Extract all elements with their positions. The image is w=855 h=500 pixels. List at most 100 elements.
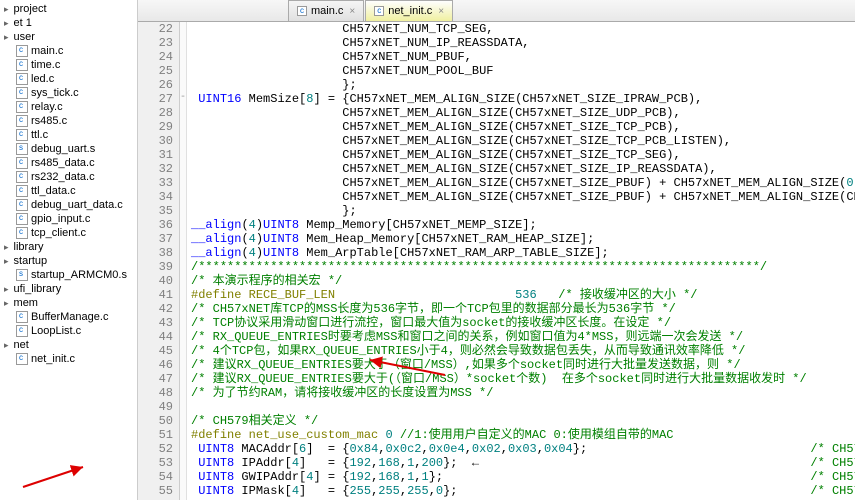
fold-marker[interactable]	[180, 442, 186, 456]
code-line[interactable]: };	[191, 204, 855, 218]
tree-folder[interactable]: mem	[0, 296, 137, 310]
code-line[interactable]: CH57xNET_MEM_ALIGN_SIZE(CH57xNET_SIZE_UD…	[191, 106, 855, 120]
tree-file[interactable]: relay.c	[0, 100, 137, 114]
code-editor[interactable]: 2223242526272829303132333435363738394041…	[138, 22, 855, 500]
fold-marker[interactable]	[180, 22, 186, 36]
code-line[interactable]: UINT8 IPMask[4] = {255,255,255,0}; /* CH…	[191, 484, 855, 498]
tree-folder[interactable]: startup	[0, 254, 137, 268]
code-line[interactable]: CH57xNET_NUM_PBUF,	[191, 50, 855, 64]
fold-marker[interactable]	[180, 120, 186, 134]
fold-marker[interactable]	[180, 414, 186, 428]
code-line[interactable]: UINT8 IPAddr[4] = {192,168,1,200}; ← /* …	[191, 456, 855, 470]
code-line[interactable]: /* CH579相关定义 */	[191, 414, 855, 428]
tree-folder[interactable]: net	[0, 338, 137, 352]
code-line[interactable]: };	[191, 78, 855, 92]
fold-marker[interactable]	[180, 176, 186, 190]
fold-marker[interactable]	[180, 386, 186, 400]
code-line[interactable]: CH57xNET_NUM_POOL_BUF	[191, 64, 855, 78]
tree-file[interactable]: gpio_input.c	[0, 212, 137, 226]
tree-file[interactable]: tcp_client.c	[0, 226, 137, 240]
code-line[interactable]: CH57xNET_MEM_ALIGN_SIZE(CH57xNET_SIZE_TC…	[191, 134, 855, 148]
code-line[interactable]: /* 建议RX_QUEUE_ENTRIES要大于（窗口/MSS）,如果多个soc…	[191, 358, 855, 372]
code-line[interactable]: UINT8 GWIPAddr[4] = {192,168,1,1}; /* CH…	[191, 470, 855, 484]
tree-file[interactable]: startup_ARMCM0.s	[0, 268, 137, 282]
close-icon[interactable]: ×	[438, 6, 444, 17]
tree-file[interactable]: rs485.c	[0, 114, 137, 128]
tree-file[interactable]: debug_uart.s	[0, 142, 137, 156]
fold-marker[interactable]	[180, 106, 186, 120]
tree-file[interactable]: LoopList.c	[0, 324, 137, 338]
fold-marker[interactable]	[180, 400, 186, 414]
fold-marker[interactable]	[180, 288, 186, 302]
code-line[interactable]: /* RX_QUEUE_ENTRIES时要考虑MSS和窗口之间的关系，例如窗口值…	[191, 330, 855, 344]
fold-marker[interactable]	[180, 372, 186, 386]
fold-marker[interactable]	[180, 260, 186, 274]
tree-file[interactable]: rs232_data.c	[0, 170, 137, 184]
code-line[interactable]: CH57xNET_NUM_TCP_SEG,	[191, 22, 855, 36]
project-tree[interactable]: project et 1 user main.ctime.cled.csys_t…	[0, 0, 137, 500]
fold-column[interactable]: --	[180, 22, 187, 500]
code-line[interactable]: #define RECE_BUF_LEN 536 /* 接收缓冲区的大小 */	[191, 288, 855, 302]
fold-marker[interactable]	[180, 428, 186, 442]
tree-file[interactable]: led.c	[0, 72, 137, 86]
tree-file[interactable]: rs485_data.c	[0, 156, 137, 170]
code-line[interactable]: CH57xNET_MEM_ALIGN_SIZE(CH57xNET_SIZE_TC…	[191, 148, 855, 162]
code-line[interactable]: /* CH57xNET库TCP的MSS长度为536字节，即一个TCP包里的数据部…	[191, 302, 855, 316]
code-line[interactable]: CH57xNET_NUM_IP_REASSDATA,	[191, 36, 855, 50]
tree-file[interactable]: time.c	[0, 58, 137, 72]
tree-file[interactable]: BufferManage.c	[0, 310, 137, 324]
tree-folder-user[interactable]: user	[0, 30, 137, 44]
tree-file[interactable]: ttl_data.c	[0, 184, 137, 198]
code-line[interactable]: /***************************************…	[191, 260, 855, 274]
fold-marker[interactable]	[180, 218, 186, 232]
tree-file[interactable]: ttl.c	[0, 128, 137, 142]
fold-marker[interactable]	[180, 190, 186, 204]
fold-marker[interactable]	[180, 232, 186, 246]
fold-marker[interactable]	[180, 246, 186, 260]
code-line[interactable]: __align(4)UINT8 Mem_ArpTable[CH57xNET_RA…	[191, 246, 855, 260]
code-content[interactable]: CH57xNET_NUM_TCP_SEG, CH57xNET_NUM_IP_RE…	[187, 22, 855, 500]
fold-marker[interactable]	[180, 484, 186, 498]
code-line[interactable]: CH57xNET_MEM_ALIGN_SIZE(CH57xNET_SIZE_PB…	[191, 190, 855, 204]
tree-folder[interactable]: library	[0, 240, 137, 254]
code-line[interactable]: UINT16 MemSize[8] = {CH57xNET_MEM_ALIGN_…	[191, 92, 855, 106]
code-line[interactable]: /* TCP协议采用滑动窗口进行流控，窗口最大值为socket的接收缓冲区长度。…	[191, 316, 855, 330]
tree-folder[interactable]: ufi_library	[0, 282, 137, 296]
code-line[interactable]: CH57xNET_MEM_ALIGN_SIZE(CH57xNET_SIZE_PB…	[191, 176, 855, 190]
fold-marker[interactable]: -	[180, 92, 186, 106]
code-line[interactable]: CH57xNET_MEM_ALIGN_SIZE(CH57xNET_SIZE_TC…	[191, 120, 855, 134]
tree-folder-project[interactable]: project	[0, 2, 137, 16]
fold-marker[interactable]	[180, 470, 186, 484]
fold-marker[interactable]	[180, 50, 186, 64]
fold-marker[interactable]	[180, 274, 186, 288]
fold-marker[interactable]	[180, 64, 186, 78]
fold-marker[interactable]	[180, 36, 186, 50]
fold-marker[interactable]	[180, 344, 186, 358]
code-line[interactable]	[191, 400, 855, 414]
fold-marker[interactable]	[180, 148, 186, 162]
fold-marker[interactable]	[180, 302, 186, 316]
close-icon[interactable]: ×	[349, 6, 355, 17]
tab-main-c[interactable]: main.c ×	[288, 0, 364, 21]
code-line[interactable]: /* 建议RX_QUEUE_ENTRIES要大于(（窗口/MSS）*socket…	[191, 372, 855, 386]
code-line[interactable]: CH57xNET_MEM_ALIGN_SIZE(CH57xNET_SIZE_IP…	[191, 162, 855, 176]
code-line[interactable]: __align(4)UINT8 Memp_Memory[CH57xNET_MEM…	[191, 218, 855, 232]
fold-marker[interactable]	[180, 204, 186, 218]
fold-marker[interactable]	[180, 162, 186, 176]
code-line[interactable]: /* 本演示程序的相关宏 */	[191, 274, 855, 288]
tree-folder-et1[interactable]: et 1	[0, 16, 137, 30]
tree-file[interactable]: debug_uart_data.c	[0, 198, 137, 212]
code-line[interactable]: #define net_use_custom_mac 0 //1:使用用户自定义…	[191, 428, 855, 442]
tree-file[interactable]: net_init.c	[0, 352, 137, 366]
code-line[interactable]: __align(4)UINT8 Mem_Heap_Memory[CH57xNET…	[191, 232, 855, 246]
fold-marker[interactable]	[180, 134, 186, 148]
code-line[interactable]: /* 为了节约RAM，请将接收缓冲区的长度设置为MSS */	[191, 386, 855, 400]
tab-net-init-c[interactable]: net_init.c ×	[365, 0, 453, 21]
fold-marker[interactable]	[180, 456, 186, 470]
fold-marker[interactable]	[180, 78, 186, 92]
fold-marker[interactable]	[180, 316, 186, 330]
code-line[interactable]: UINT8 MACAddr[6] = {0x84,0x0c2,0x0e4,0x0…	[191, 442, 855, 456]
tree-file[interactable]: sys_tick.c	[0, 86, 137, 100]
fold-marker[interactable]	[180, 358, 186, 372]
code-line[interactable]: /* 4个TCP包，如果RX_QUEUE_ENTRIES小于4，则必然会导致数据…	[191, 344, 855, 358]
